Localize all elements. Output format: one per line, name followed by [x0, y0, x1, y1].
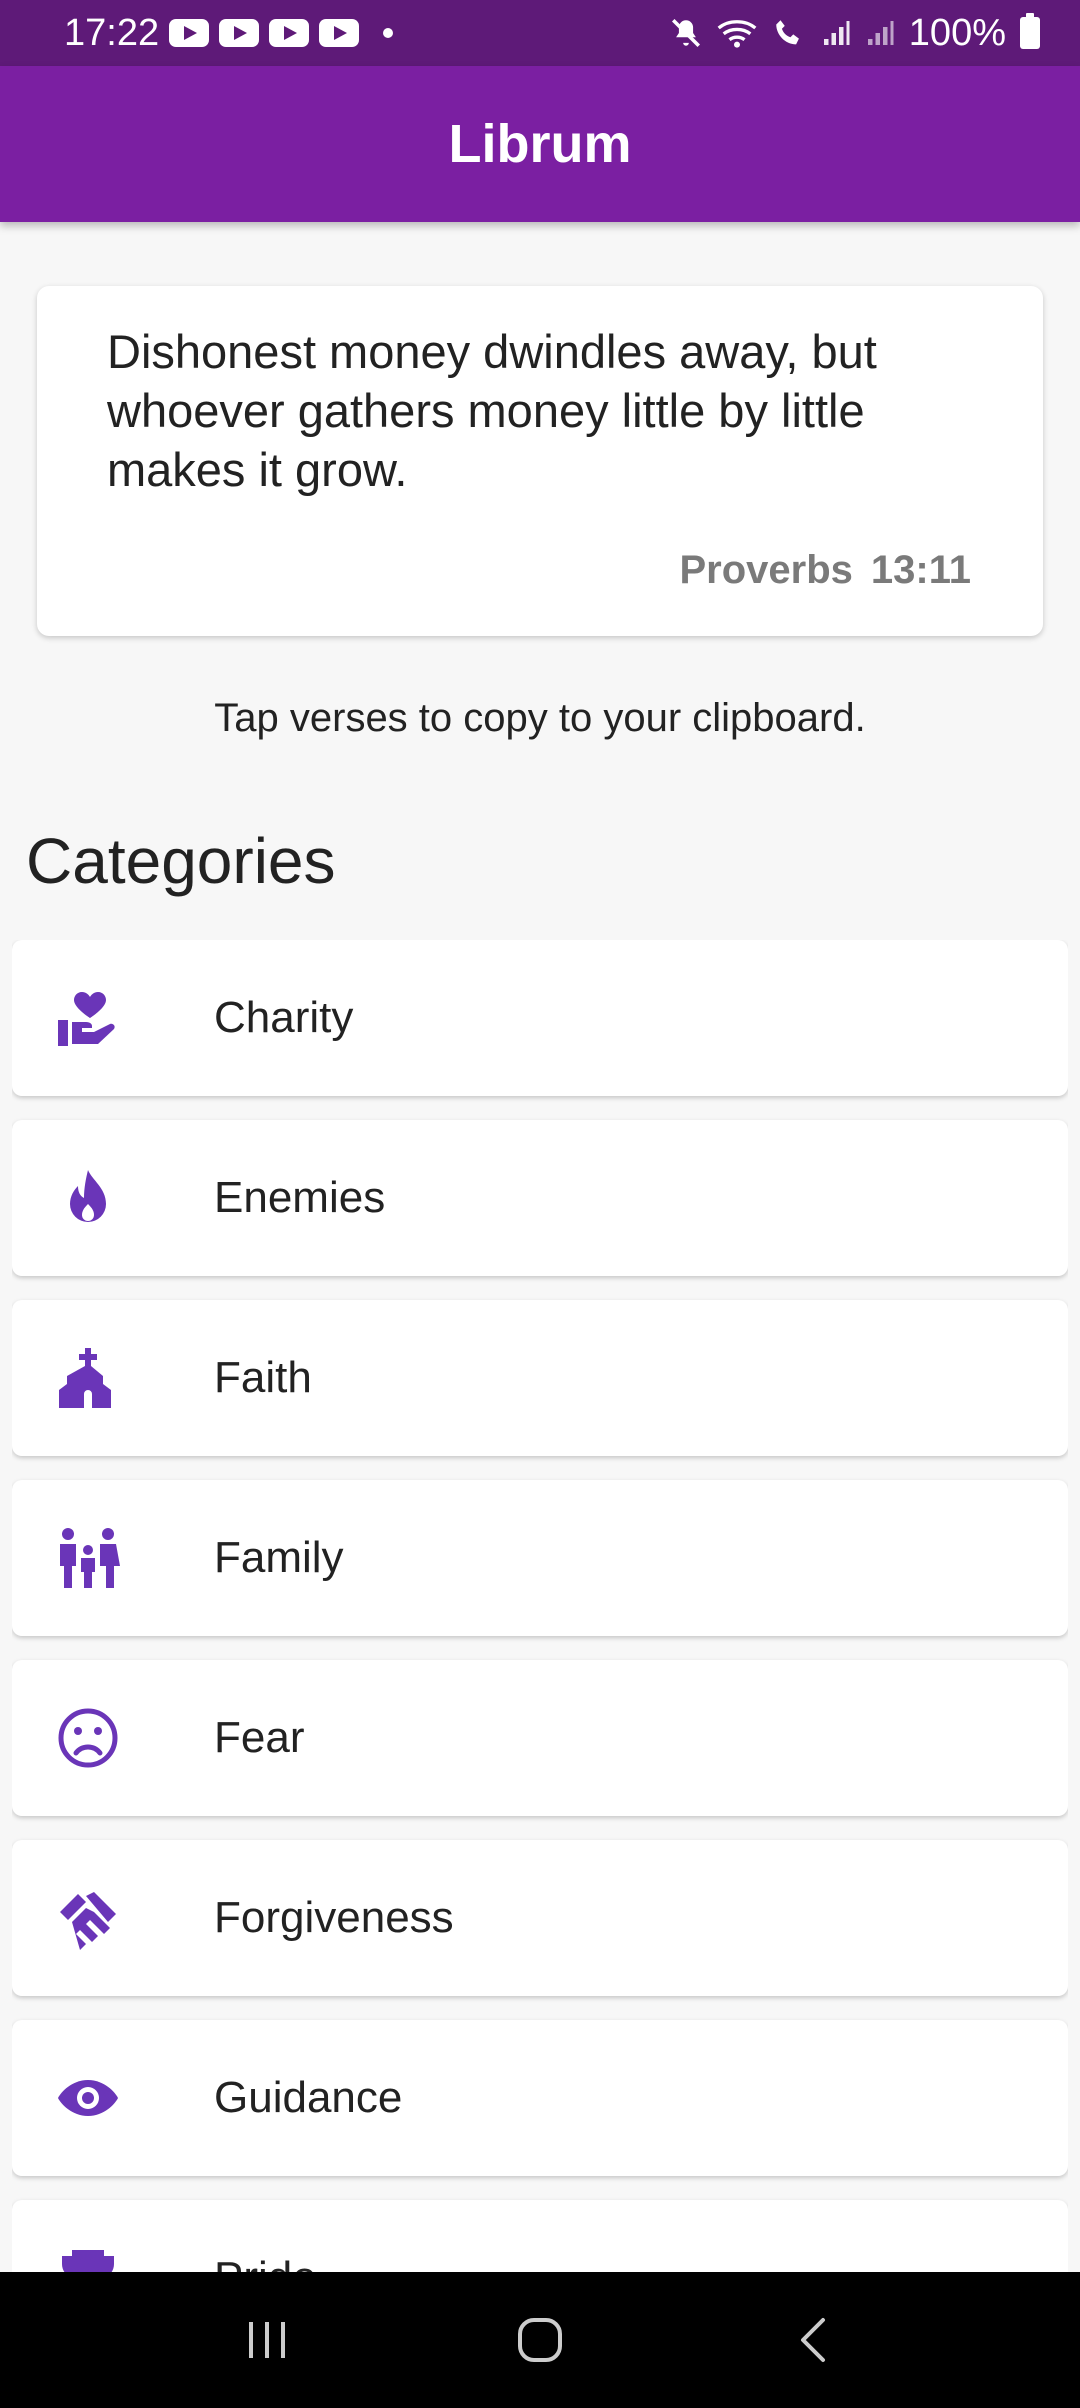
category-item-enemies[interactable]: Enemies: [12, 1120, 1068, 1276]
wifi-icon: [717, 20, 757, 48]
mute-icon: [671, 18, 700, 48]
category-item-pride[interactable]: Pride: [12, 2200, 1068, 2272]
eye-icon: [56, 2066, 120, 2130]
category-item-fear[interactable]: Fear: [12, 1660, 1068, 1816]
youtube-notification-icon: [319, 19, 360, 47]
youtube-notification-icon: [219, 19, 260, 47]
category-item-forgiveness[interactable]: Forgiveness: [12, 1840, 1068, 1996]
heart-hand-icon: [56, 986, 120, 1050]
battery-percent: 100%: [908, 11, 1006, 54]
home-icon: [517, 2318, 562, 2362]
category-label: Faith: [214, 1353, 312, 1402]
verse-card[interactable]: Dishonest money dwindles away, but whoev…: [37, 286, 1043, 636]
verse-book: Proverbs: [679, 548, 853, 592]
wifi-calling-icon: [776, 20, 799, 45]
home-button[interactable]: [500, 2300, 580, 2380]
verse-reference: Proverbs 13:11: [679, 548, 971, 593]
category-label: Enemies: [214, 1173, 386, 1222]
back-button[interactable]: [773, 2300, 853, 2380]
category-label: Family: [214, 1533, 344, 1582]
category-label: Charity: [214, 993, 354, 1042]
category-item-guidance[interactable]: Guidance: [12, 2020, 1068, 2176]
status-bar: 17:22 100%: [0, 0, 1080, 66]
app-bar: Librum: [0, 66, 1080, 222]
more-notifications-icon: [383, 28, 394, 38]
category-list[interactable]: Charity Enemies Faith Family Fear Forgiv…: [12, 940, 1068, 2272]
category-label: Guidance: [214, 2073, 403, 2122]
category-label: Forgiveness: [214, 1893, 454, 1942]
navigation-bar: [0, 2272, 1080, 2408]
category-label: Pride: [214, 2253, 317, 2272]
back-icon: [801, 2318, 826, 2362]
family-icon: [56, 1526, 120, 1590]
recent-apps-button[interactable]: [227, 2300, 307, 2380]
category-item-family[interactable]: Family: [12, 1480, 1068, 1636]
sad-face-icon: [56, 1706, 120, 1770]
status-time: 17:22: [64, 11, 160, 54]
handshake-icon: [56, 1886, 120, 1950]
category-item-charity[interactable]: Charity: [12, 940, 1068, 1096]
categories-heading: Categories: [26, 825, 336, 897]
category-item-faith[interactable]: Faith: [12, 1300, 1068, 1456]
verse-chapter-verse: 13:11: [870, 548, 971, 592]
app-title: Librum: [448, 114, 632, 174]
youtube-notification-icon: [169, 19, 210, 47]
signal-icon: [867, 21, 894, 45]
trophy-icon: [56, 2246, 120, 2272]
battery-icon: [1020, 13, 1040, 49]
category-label: Fear: [214, 1713, 305, 1762]
youtube-notification-icon: [269, 19, 310, 47]
church-icon: [56, 1346, 120, 1410]
recent-apps-icon: [248, 2322, 285, 2358]
verse-text[interactable]: Dishonest money dwindles away, but whoev…: [107, 322, 973, 499]
copy-hint: Tap verses to copy to your clipboard.: [214, 696, 866, 740]
fire-icon: [56, 1166, 120, 1230]
signal-icon: [823, 21, 850, 45]
